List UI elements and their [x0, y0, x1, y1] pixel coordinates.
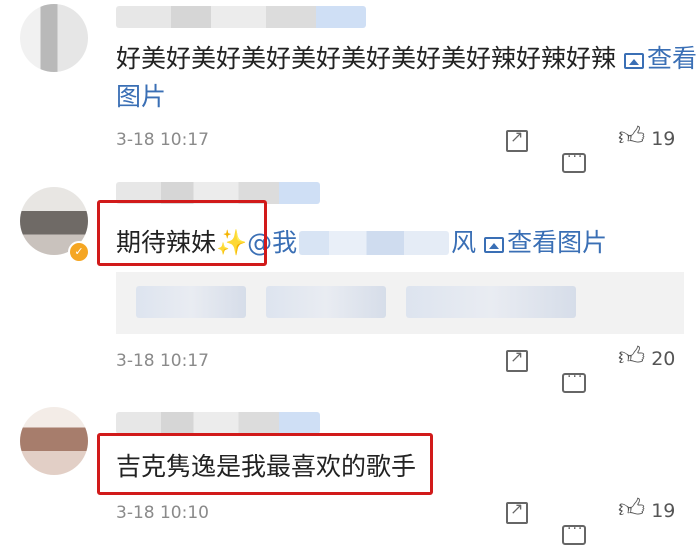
- comment-3: 吉克隽逸是我最喜欢的歌手 3-18 10:10 👍︎ 19: [0, 0, 700, 545]
- view-image-link[interactable]: 查看图片: [484, 228, 607, 257]
- share-icon[interactable]: [506, 499, 528, 524]
- like-button[interactable]: 👍︎ 19: [618, 496, 675, 522]
- mention-blurred: [299, 231, 450, 255]
- thumbs-up-icon: 👍︎: [618, 122, 646, 152]
- thumbs-up-icon: 👍︎: [618, 342, 646, 372]
- comment-timestamp: 3-18 10:10: [116, 503, 209, 523]
- like-button[interactable]: 👍︎ 20: [618, 344, 675, 370]
- quoted-content-blurred[interactable]: [116, 272, 684, 334]
- image-icon: [623, 53, 644, 69]
- thumbs-up-icon: 👍︎: [618, 494, 646, 524]
- comment-icon[interactable]: [562, 369, 586, 393]
- avatar[interactable]: [20, 407, 88, 475]
- view-image-link-cont[interactable]: 图片: [116, 78, 166, 116]
- comment-timestamp: 3-18 10:17: [116, 130, 209, 150]
- comment-text: 好美好美好美好美好美好美好美好辣好辣好辣 查看: [116, 44, 697, 73]
- verified-badge-icon: ✓: [68, 241, 90, 263]
- comment-timestamp: 3-18 10:17: [116, 351, 209, 371]
- highlight-box: [97, 433, 433, 495]
- like-count: 20: [651, 348, 676, 370]
- like-count: 19: [651, 500, 676, 522]
- view-image-link[interactable]: 查看: [623, 44, 697, 73]
- image-icon: [484, 237, 505, 253]
- like-count: 19: [651, 128, 676, 150]
- share-icon[interactable]: [506, 127, 528, 152]
- highlight-box: [97, 200, 267, 266]
- mention-link[interactable]: @我风: [247, 228, 476, 257]
- like-button[interactable]: 👍︎ 19: [618, 124, 675, 150]
- share-icon[interactable]: [506, 347, 528, 372]
- comment-icon[interactable]: [562, 149, 586, 173]
- comment-icon[interactable]: [562, 521, 586, 545]
- username-blurred[interactable]: [116, 412, 320, 434]
